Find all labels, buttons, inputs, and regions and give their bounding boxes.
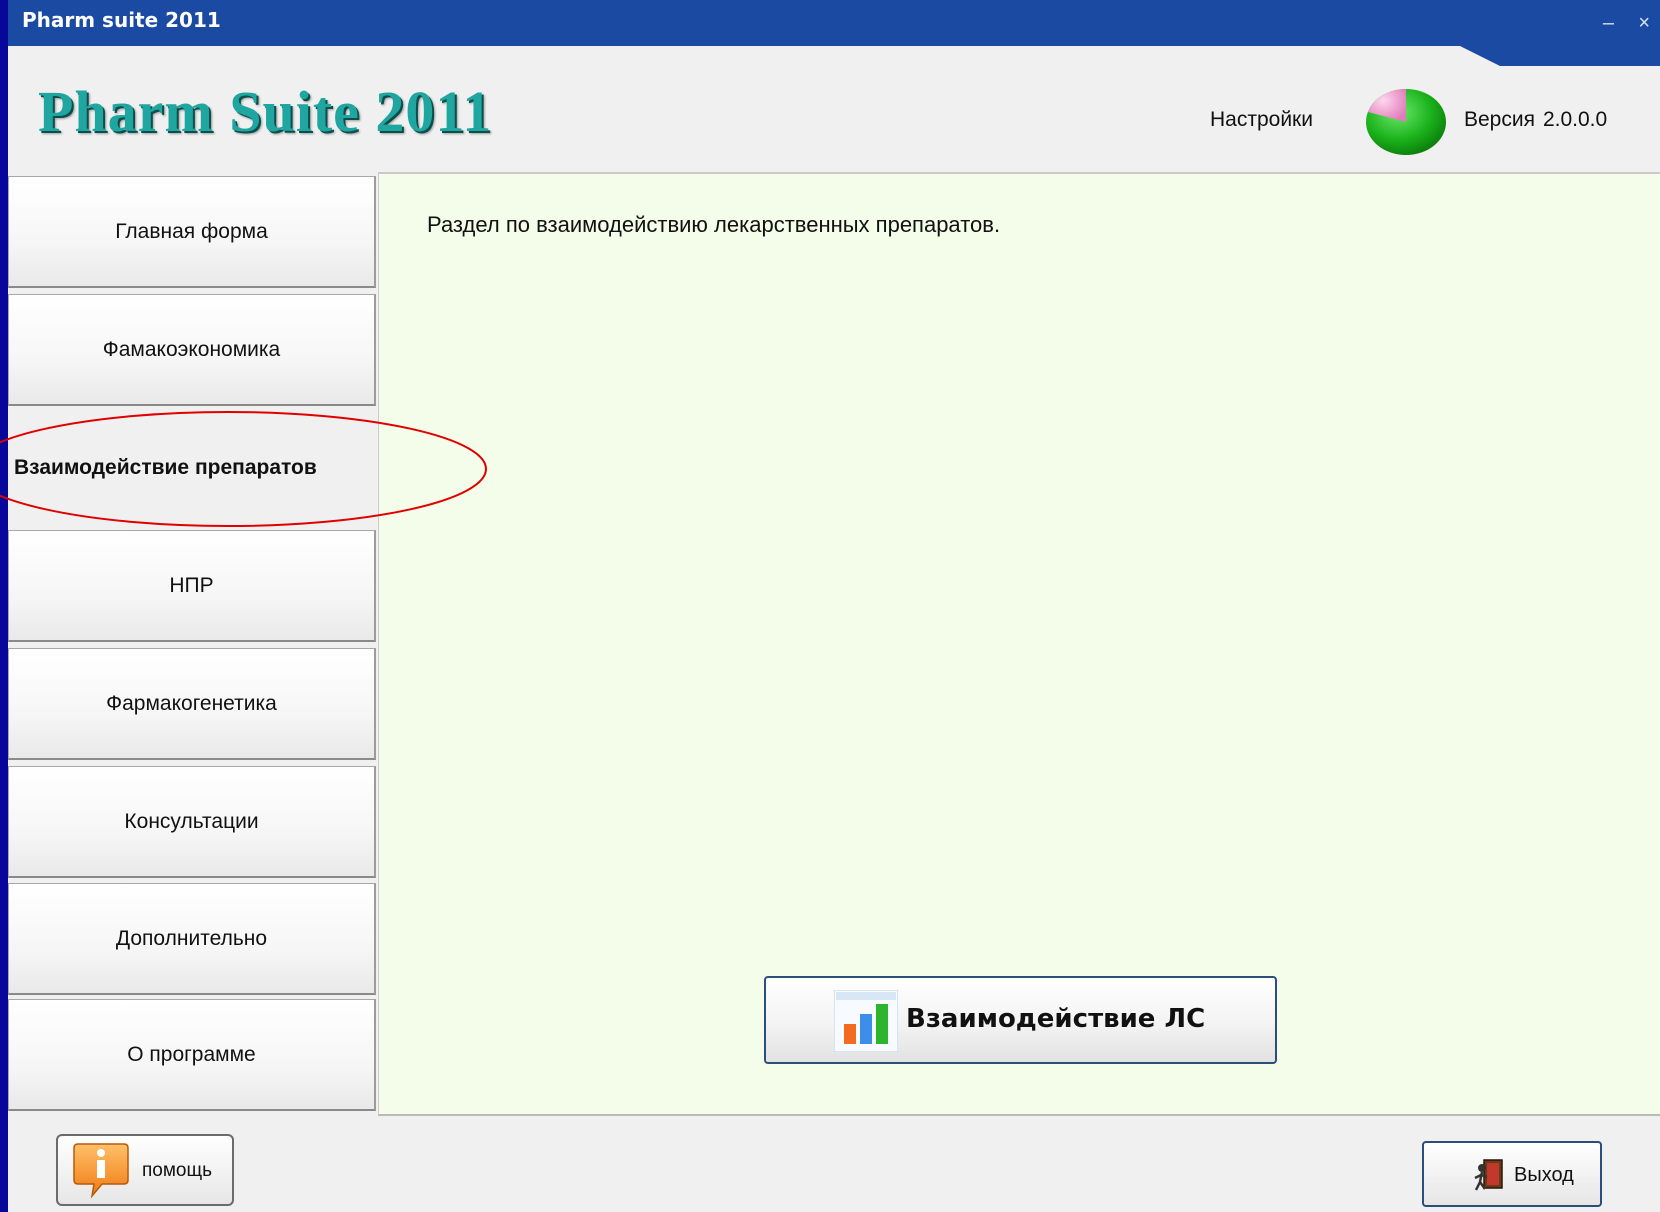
nav-pharmacoeconomics[interactable]: Фамакоэкономика [8, 294, 376, 406]
exit-label: Выход [1514, 1164, 1574, 1186]
version-text: Версия [1464, 108, 1535, 131]
nav-pharmacogenetics[interactable]: Фармакогенетика [8, 648, 376, 760]
app-logo: Pharm Suite 2011 [38, 79, 493, 144]
window-title: Pharm suite 2011 [22, 8, 221, 32]
nav-drug-interactions[interactable]: Взаимодействие препаратов [8, 412, 376, 524]
content-panel: Раздел по взаимодействию лекарственных п… [378, 172, 1660, 1116]
settings-link[interactable]: Настройки [1210, 108, 1313, 132]
bar-chart-icon [834, 990, 898, 1052]
help-label: помощь [142, 1160, 213, 1181]
nav-main-form[interactable]: Главная форма [8, 176, 376, 288]
info-icon [73, 1143, 129, 1199]
exit-door-icon [1474, 1159, 1503, 1191]
nav-about[interactable]: О программе [8, 999, 376, 1111]
close-button[interactable]: × [1638, 12, 1650, 35]
title-bar[interactable]: Pharm suite 2011 – × [8, 0, 1660, 46]
nav-consultations[interactable]: Консультации [8, 766, 376, 878]
exit-button[interactable]: Выход [1422, 1141, 1602, 1207]
titlebar-notch [1460, 46, 1660, 66]
nav-additional[interactable]: Дополнительно [8, 883, 376, 995]
drug-interaction-label: Взаимодействие ЛС [906, 1004, 1206, 1034]
section-description: Раздел по взаимодействию лекарственных п… [427, 212, 1001, 237]
minimize-button[interactable]: – [1603, 12, 1614, 35]
pie-chart-icon [1366, 89, 1446, 155]
drug-interaction-button[interactable]: Взаимодействие ЛС [764, 976, 1277, 1064]
nav-adverse-reactions[interactable]: НПР [8, 530, 376, 642]
help-button[interactable]: помощь [56, 1134, 234, 1206]
version-label: Версия 2.0.0.0 [1464, 108, 1607, 132]
version-number: 2.0.0.0 [1542, 108, 1608, 131]
